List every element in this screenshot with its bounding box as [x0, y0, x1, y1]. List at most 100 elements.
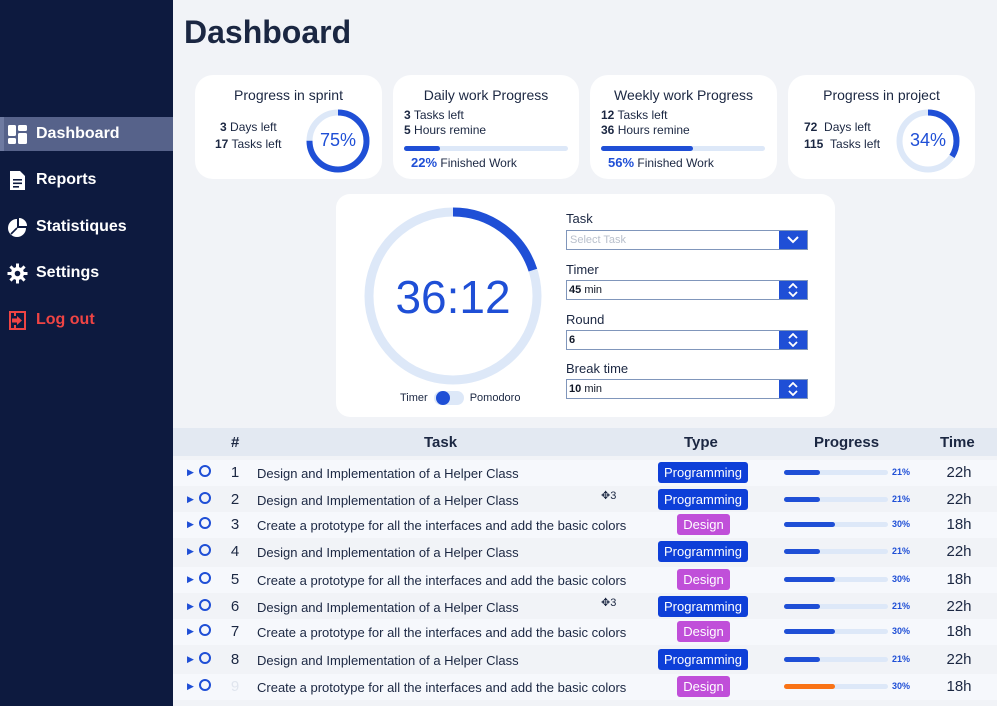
play-icon[interactable]: ▶ — [187, 654, 194, 665]
type-badge: Programming — [658, 489, 748, 510]
column-header-type: Type — [684, 434, 718, 451]
task-title: Create a prototype for all the interface… — [257, 625, 627, 640]
status-circle-icon[interactable] — [199, 492, 211, 504]
status-circle-icon[interactable] — [199, 652, 211, 664]
task-title: Create a prototype for all the interface… — [257, 518, 627, 533]
row-time: 22h — [946, 491, 972, 508]
row-progress-percent: 21% — [892, 601, 911, 611]
status-circle-icon[interactable] — [199, 572, 211, 584]
play-icon[interactable]: ▶ — [187, 574, 194, 585]
table-row[interactable]: ▶ 3 Create a prototype for all the interfa… — [173, 512, 997, 538]
status-circle-icon[interactable] — [199, 599, 211, 611]
row-time: 22h — [946, 464, 972, 481]
row-time: 22h — [946, 543, 972, 560]
percent-label: 34% — [909, 130, 947, 150]
table-row[interactable]: ▶ 4 Design and Implementation of a Helper … — [173, 539, 997, 565]
sidebar-item-label: Dashboard — [36, 125, 120, 142]
stepper-arrows-icon[interactable] — [779, 380, 807, 398]
table-row[interactable]: ▶ 8 Design and Implementation of a Helper … — [173, 647, 997, 673]
play-icon[interactable]: ▶ — [187, 681, 194, 692]
type-badge: Programming — [658, 596, 748, 617]
pie-chart-icon — [8, 218, 27, 237]
type-badge: Design — [677, 514, 730, 535]
task-field-label: Task — [566, 211, 593, 226]
sidebar-item-logout[interactable]: Log out — [0, 303, 173, 337]
column-header-num: # — [231, 434, 240, 451]
row-time: 18h — [946, 678, 972, 695]
timer-unit: min — [584, 284, 603, 296]
row-time: 22h — [946, 651, 972, 668]
chevron-down-icon[interactable] — [779, 231, 807, 249]
days-left-stat: 72 Days left — [804, 120, 871, 134]
row-progress-fill — [784, 657, 821, 662]
row-progress-percent: 21% — [892, 494, 911, 504]
sidebar-item-statistiques[interactable]: Statistiques — [0, 210, 173, 244]
project-progress-card: Progress in project 72 Days left 115 Tas… — [788, 75, 975, 179]
row-progress-percent: 30% — [892, 574, 911, 584]
task-select-placeholder: Select Task — [570, 234, 627, 246]
task-title: Design and Implementation of a Helper Cl… — [257, 545, 519, 560]
stepper-arrows-icon[interactable] — [779, 331, 807, 349]
dashboard-icon — [8, 125, 27, 144]
break-field-label: Break time — [566, 361, 629, 376]
row-progress-fill — [784, 577, 836, 582]
break-time-stepper[interactable]: 10 min — [566, 379, 808, 399]
status-circle-icon[interactable] — [199, 465, 211, 477]
row-progress-fill — [784, 522, 836, 527]
row-progress-bar — [784, 604, 888, 609]
sidebar-item-label: Log out — [36, 311, 95, 328]
subtask-count: ✥3 — [601, 597, 617, 609]
table-row[interactable]: ▶ 7 Create a prototype for all the interfa… — [173, 619, 997, 645]
finished-work-stat: 56% Finished Work — [608, 155, 714, 170]
task-select[interactable]: Select Task — [566, 230, 808, 250]
row-number: 7 — [230, 623, 240, 640]
table-row[interactable]: ▶ 6 Design and Implementation of a Helper … — [173, 594, 997, 620]
timer-mode-toggle[interactable] — [433, 391, 464, 405]
status-circle-icon[interactable] — [199, 624, 211, 636]
daily-progress-card: Daily work Progress 3 Tasks left 5 Hours… — [393, 75, 579, 179]
active-indicator — [0, 117, 4, 151]
play-icon[interactable]: ▶ — [187, 601, 194, 612]
play-icon[interactable]: ▶ — [187, 626, 194, 637]
table-row[interactable]: ▶ 9 Create a prototype for all the interfa… — [173, 674, 997, 700]
row-time: 18h — [946, 516, 972, 533]
type-badge: Design — [677, 676, 730, 697]
daily-progress-bar — [404, 146, 568, 151]
stepper-arrows-icon[interactable] — [779, 281, 807, 299]
timer-stepper[interactable]: 45 min — [566, 280, 808, 300]
break-unit: min — [584, 383, 603, 395]
round-field-label: Round — [566, 312, 605, 327]
card-title: Daily work Progress — [423, 87, 549, 103]
sidebar-item-reports[interactable]: Reports — [0, 163, 173, 197]
sidebar-item-settings[interactable]: Settings — [0, 256, 173, 290]
round-stepper[interactable]: 6 — [566, 330, 808, 350]
row-number: 8 — [230, 651, 240, 668]
status-circle-icon[interactable] — [199, 544, 211, 556]
status-circle-icon[interactable] — [199, 517, 211, 529]
table-row[interactable]: ▶ 1 Design and Implementation of a Helper … — [173, 460, 997, 486]
task-title: Create a prototype for all the interface… — [257, 573, 627, 588]
row-progress-fill — [784, 684, 836, 689]
play-icon[interactable]: ▶ — [187, 494, 194, 505]
type-badge: Programming — [658, 649, 748, 670]
sprint-progress-ring: 75% — [306, 109, 370, 173]
type-badge: Design — [677, 621, 730, 642]
play-icon[interactable]: ▶ — [187, 467, 194, 478]
logout-icon — [9, 311, 26, 330]
row-number: 1 — [230, 464, 240, 481]
table-row[interactable]: ▶ 5 Create a prototype for all the interfa… — [173, 567, 997, 593]
play-icon[interactable]: ▶ — [187, 546, 194, 557]
table-row[interactable]: ▶ 2 Design and Implementation of a Helper … — [173, 487, 997, 513]
hours-remaining-stat: 36 Hours remine — [601, 123, 690, 137]
status-circle-icon[interactable] — [199, 679, 211, 691]
row-progress-percent: 21% — [892, 467, 911, 477]
sidebar-item-dashboard[interactable]: Dashboard — [0, 117, 173, 151]
row-number: 4 — [230, 543, 240, 560]
weekly-progress-card: Weekly work Progress 12 Tasks left 36 Ho… — [590, 75, 777, 179]
play-icon[interactable]: ▶ — [187, 519, 194, 530]
days-left-stat: 3 Days left — [220, 120, 277, 134]
tasks-left-stat: 3 Tasks left — [404, 108, 464, 122]
sprint-progress-card: Progress in sprint 3 Days left 17 Tasks … — [195, 75, 382, 179]
row-number: 2 — [230, 491, 240, 508]
row-time: 18h — [946, 623, 972, 640]
